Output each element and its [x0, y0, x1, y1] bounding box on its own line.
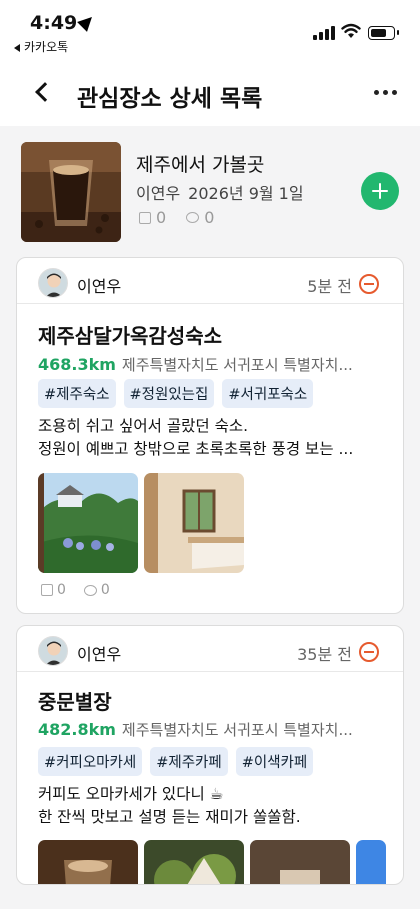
description-line: 한 잔씩 맛보고 설명 듣는 재미가 쏠쏠함.	[38, 808, 301, 826]
photo-thumbnail[interactable]	[38, 840, 138, 884]
place-distance: 468.3km	[38, 355, 116, 374]
list-stats: 0 0	[139, 208, 214, 227]
place-name[interactable]: 제주삼달가옥감성숙소	[38, 320, 222, 349]
list-comment-count: 0	[204, 208, 215, 227]
post-time: 5분 전	[307, 277, 352, 296]
description-line: 조용히 쉬고 싶어서 골랐던 숙소.	[38, 417, 249, 435]
back-to-app-link[interactable]: 카카오톡	[14, 38, 68, 55]
list-author: 이연우	[136, 184, 181, 203]
description-line: 정원이 예쁘고 창밖으로 초록초록한 풍경 보는 ...	[38, 440, 354, 458]
page-title: 관심장소 상세 목록	[77, 86, 263, 112]
post-like-count: 0	[57, 582, 66, 598]
tag-chip[interactable]: #제주카페	[150, 747, 228, 776]
card-header: 이연우 5분 전	[17, 258, 403, 304]
status-time: 4:49	[30, 12, 78, 34]
tag-chip[interactable]: #서귀포숙소	[222, 379, 314, 408]
remove-icon[interactable]	[359, 274, 379, 294]
battery-icon	[368, 26, 399, 40]
avatar[interactable]	[38, 636, 68, 666]
post-comment-count: 0	[100, 582, 110, 598]
post-description: 커피도 오마카세가 있다니 ☕ 한 잔씩 맛보고 설명 듣는 재미가 쏠쏠함.	[38, 783, 301, 829]
list-date: 2026년 9월 1일	[188, 184, 304, 203]
list-title: 제주에서 가볼곳	[136, 154, 265, 176]
photo-strip	[38, 473, 244, 573]
location-arrow-icon	[77, 12, 97, 32]
place-location: 482.8km 제주특별자치도 서귀포시 특별자치...	[38, 719, 353, 740]
back-icon[interactable]	[32, 81, 54, 103]
comment-icon[interactable]	[83, 584, 97, 596]
photo-thumbnail[interactable]	[356, 840, 386, 884]
place-name[interactable]: 중문별장	[38, 686, 112, 715]
list-like-count: 0	[156, 208, 167, 227]
photo-thumbnail[interactable]	[250, 840, 350, 884]
add-place-button[interactable]	[361, 172, 399, 210]
wifi-icon	[341, 23, 361, 38]
tag-list: #커피오마카세 #제주카페 #이색카페	[38, 747, 314, 776]
tag-list: #제주숙소 #정원있는집 #서귀포숙소	[38, 379, 314, 408]
tag-chip[interactable]: #정원있는집	[123, 379, 215, 408]
place-address: 제주특별자치도 서귀포시 특별자치...	[121, 356, 353, 374]
post-stats: 0 0	[41, 582, 110, 598]
place-location: 468.3km 제주특별자치도 서귀포시 특별자치...	[38, 354, 353, 375]
post-author: 이연우	[77, 645, 122, 664]
description-line: 커피도 오마카세가 있다니 ☕	[38, 785, 224, 803]
remove-icon[interactable]	[359, 642, 379, 662]
card-header: 이연우 35분 전	[17, 626, 403, 672]
nav-bar: 관심장소 상세 목록	[0, 60, 420, 126]
list-summary: 제주에서 가볼곳 이연우 2026년 9월 1일 0 0	[0, 126, 420, 252]
place-card[interactable]: 이연우 35분 전 중문별장 482.8km 제주특별자치도 서귀포시 특별자치.…	[16, 625, 404, 885]
like-icon[interactable]	[41, 584, 53, 596]
avatar[interactable]	[38, 268, 68, 298]
cellular-signal-icon	[313, 26, 335, 40]
photo-thumbnail[interactable]	[144, 473, 244, 573]
tag-chip[interactable]: #커피오마카세	[38, 747, 143, 776]
status-bar: 4:49 카카오톡	[0, 0, 420, 60]
tag-chip[interactable]: #제주숙소	[38, 379, 116, 408]
post-description: 조용히 쉬고 싶어서 골랐던 숙소. 정원이 예쁘고 창밖으로 초록초록한 풍경…	[38, 415, 353, 461]
comment-icon[interactable]	[186, 212, 200, 223]
more-options-icon[interactable]	[370, 82, 400, 102]
photo-thumbnail[interactable]	[144, 840, 244, 884]
tag-chip[interactable]: #이색카페	[235, 747, 314, 776]
photo-thumbnail[interactable]	[38, 473, 138, 573]
photo-strip	[38, 840, 386, 884]
place-address: 제주특별자치도 서귀포시 특별자치...	[121, 721, 353, 739]
place-distance: 482.8km	[38, 720, 116, 739]
back-triangle-icon	[14, 43, 20, 52]
post-author: 이연우	[77, 277, 122, 296]
post-time: 35분 전	[297, 645, 352, 664]
list-meta: 이연우 2026년 9월 1일	[136, 180, 304, 204]
place-card[interactable]: 이연우 5분 전 제주삼달가옥감성숙소 468.3km 제주특별자치도 서귀포시 …	[16, 257, 404, 614]
list-cover-image	[21, 142, 121, 242]
back-app-label: 카카오톡	[24, 40, 69, 54]
like-icon[interactable]	[139, 211, 151, 224]
